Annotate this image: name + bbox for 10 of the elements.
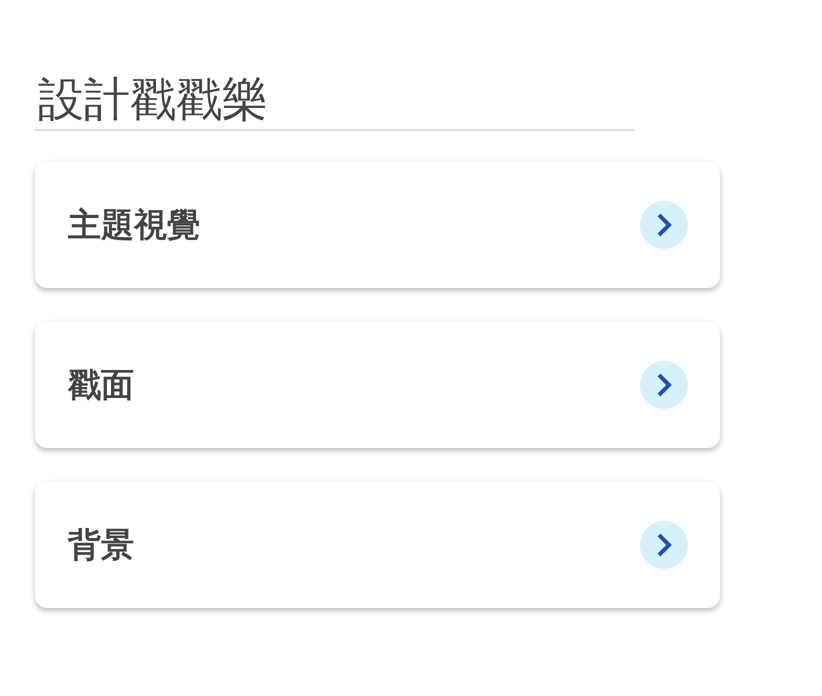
card-label: 戳面 [68, 364, 134, 406]
card-label: 主題視覺 [68, 204, 200, 246]
chevron-right-icon [640, 360, 688, 409]
menu-card[interactable]: 背景 [35, 481, 720, 608]
chevron-right-icon [640, 520, 688, 569]
page-title: 設計戳戳樂 [35, 72, 635, 132]
card-label: 背景 [68, 524, 134, 566]
menu-card[interactable]: 戳面 [35, 321, 720, 448]
menu-card[interactable]: 主題視覺 [35, 161, 720, 288]
chevron-right-icon [640, 200, 688, 249]
